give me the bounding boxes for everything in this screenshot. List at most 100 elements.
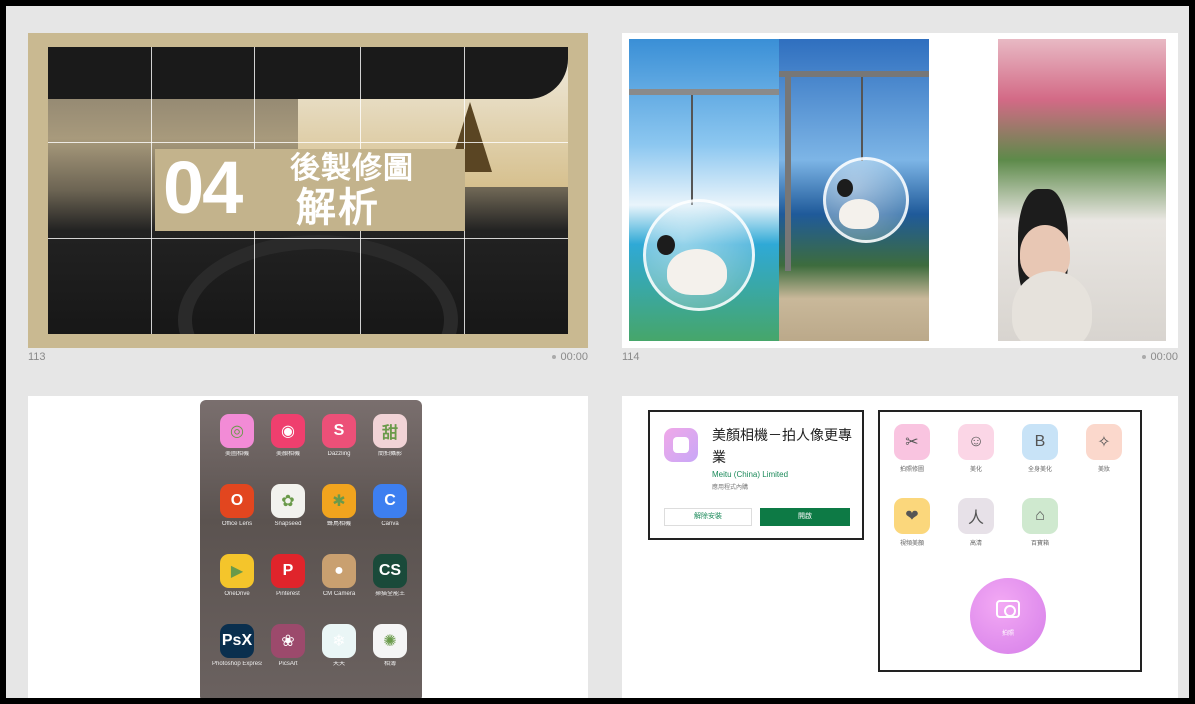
shutter-button: 拍照	[970, 578, 1046, 654]
slide-duration: 00:00	[560, 351, 588, 363]
phone-app-icon: 甜簡拍攝影	[365, 414, 415, 458]
camera-icon	[996, 600, 1020, 618]
slide-number: 114	[622, 351, 640, 363]
app-label: 美顏相機	[275, 451, 300, 457]
app-name: 美顏相機－拍人像更專業	[712, 427, 852, 465]
menu-item-label: 美妝	[1097, 467, 1110, 473]
menu-item-label: 全身美化	[1027, 467, 1052, 473]
slide-thumbnail-114[interactable]	[622, 33, 1178, 348]
camera-menu-item: ✂ 拍照修圖	[890, 424, 934, 473]
phone-app-icon: O Office Lens	[212, 484, 262, 528]
app-glyph-icon: ❄	[322, 624, 356, 658]
section-number: 04	[163, 146, 243, 229]
camera-app-icon	[664, 428, 698, 462]
app-glyph-icon: ✱	[322, 484, 356, 518]
phone-app-icon: C Canva	[365, 484, 415, 528]
phone-app-icon: ❄ 天天	[314, 624, 364, 668]
app-glyph-icon: ▶	[220, 554, 254, 588]
menu-item-icon: ☺	[958, 424, 994, 460]
in-app-purchase-note: 應用程式內購	[712, 485, 749, 491]
camera-menu-item: 人高清	[954, 498, 998, 547]
app-label: 相簿	[383, 661, 396, 667]
camera-menu-item: B 全身美化	[1018, 424, 1062, 473]
menu-item-label: 視頻美顏	[899, 541, 924, 547]
phone-app-grid-screenshot: ◎ 美圖相機 ◉ 美顏相機 S Dazzling 甜簡拍攝影 O Office Lens ✿ Sna…	[200, 400, 422, 698]
uninstall-button: 解除安裝	[664, 508, 752, 526]
phone-app-icon: ◎ 美圖相機	[212, 414, 262, 458]
slide-thumbnail-115[interactable]: ◎ 美圖相機 ◉ 美顏相機 S Dazzling 甜簡拍攝影 O Office Lens ✿ Sna…	[28, 396, 588, 698]
app-label: PicsArt	[278, 661, 298, 667]
phone-app-icon: CS 掃描全能王	[365, 554, 415, 598]
menu-item-icon: ✧	[1086, 424, 1122, 460]
app-glyph-icon: P	[271, 554, 305, 588]
phone-app-icon: S Dazzling	[314, 414, 364, 458]
slide-thumbnail-113[interactable]: 04 後製修圖 解析	[28, 33, 588, 348]
phone-app-icon: ● CM Camera	[314, 554, 364, 598]
app-label: OneDrive	[224, 591, 250, 597]
timer-icon	[1142, 355, 1147, 360]
menu-item-label: 高清	[969, 541, 982, 547]
shutter-label: 拍照	[1001, 631, 1014, 637]
app-store-listing: 美顏相機－拍人像更專業 Meitu (China) Limited 應用程式內購…	[648, 410, 864, 540]
slide-sorter: 04 後製修圖 解析 113 00:00 114 00:00 ◎ 美圖相機 ◉ …	[0, 0, 1195, 704]
section-title-line2: 解析	[296, 186, 380, 230]
swing-photo-2	[779, 39, 929, 341]
menu-item-icon: ❤	[894, 498, 930, 534]
app-glyph-icon: C	[373, 484, 407, 518]
app-glyph-icon: ◉	[271, 414, 305, 448]
swing-photo-1	[629, 39, 779, 341]
menu-item-icon: 人	[958, 498, 994, 534]
app-label: Photoshop Express	[212, 661, 262, 667]
menu-item-label: 百寶箱	[1030, 541, 1049, 547]
timer-icon	[552, 355, 557, 360]
steering-wheel	[178, 235, 458, 334]
menu-item-label: 美化	[969, 467, 982, 473]
section-title-line1: 後製修圖	[290, 152, 414, 185]
app-label: CM Camera	[322, 591, 356, 597]
camera-menu-item: ✧ 美妝	[1082, 424, 1126, 473]
flower-portrait-photo	[998, 39, 1166, 341]
phone-app-icon: ✺ 相簿	[365, 624, 415, 668]
phone-app-icon: ▶ OneDrive	[212, 554, 262, 598]
developer-name: Meitu (China) Limited	[712, 470, 789, 479]
app-label: 天天	[332, 661, 345, 667]
phone-app-icon: ❀ PicsArt	[263, 624, 313, 668]
app-glyph-icon: ✺	[373, 624, 407, 658]
slide-meta-114: 114 00:00	[622, 351, 1178, 363]
slide-thumbnail-116[interactable]: 美顏相機－拍人像更專業 Meitu (China) Limited 應用程式內購…	[622, 396, 1178, 698]
camera-menu-item: ☺ 美化	[954, 424, 998, 473]
menu-item-icon: B	[1022, 424, 1058, 460]
app-label: 掃描全能王	[374, 591, 405, 597]
app-glyph-icon: ●	[322, 554, 356, 588]
app-glyph-icon: PsX	[220, 624, 254, 658]
slide-number: 113	[28, 351, 46, 363]
camera-menu-item: ❤ 視頻美顏	[890, 498, 934, 547]
phone-app-icon: ✿ Snapseed	[263, 484, 313, 528]
open-button: 開啟	[760, 508, 850, 526]
app-glyph-icon: 甜	[373, 414, 407, 448]
camera-app-menu: ✂ 拍照修圖 ☺ 美化 B 全身美化 ✧ 美妝 ❤ 視頻美顏 人高清 ⌂ 百寶箱 拍照	[878, 410, 1142, 672]
app-glyph-icon: ❀	[271, 624, 305, 658]
app-label: Snapseed	[274, 521, 302, 527]
slide-duration: 00:00	[1150, 351, 1178, 363]
menu-item-label: 拍照修圖	[899, 467, 924, 473]
app-label: Office Lens	[221, 521, 253, 527]
app-label: Pinterest	[276, 591, 300, 597]
camera-menu-item: ⌂ 百寶箱	[1018, 498, 1062, 547]
app-glyph-icon: CS	[373, 554, 407, 588]
app-label: 美圖相機	[224, 451, 249, 457]
phone-app-icon: ◉ 美顏相機	[263, 414, 313, 458]
app-label: 蜂鳥相機	[326, 521, 351, 527]
slide-meta-113: 113 00:00	[28, 351, 588, 363]
app-label: Dazzling	[327, 451, 351, 457]
phone-app-icon: ✱ 蜂鳥相機	[314, 484, 364, 528]
menu-item-icon: ✂	[894, 424, 930, 460]
app-label: Canva	[381, 521, 399, 527]
phone-app-icon: PsX Photoshop Express	[212, 624, 262, 668]
app-glyph-icon: S	[322, 414, 356, 448]
app-glyph-icon: ◎	[220, 414, 254, 448]
app-glyph-icon: O	[220, 484, 254, 518]
menu-item-icon: ⌂	[1022, 498, 1058, 534]
app-glyph-icon: ✿	[271, 484, 305, 518]
phone-app-icon: P Pinterest	[263, 554, 313, 598]
